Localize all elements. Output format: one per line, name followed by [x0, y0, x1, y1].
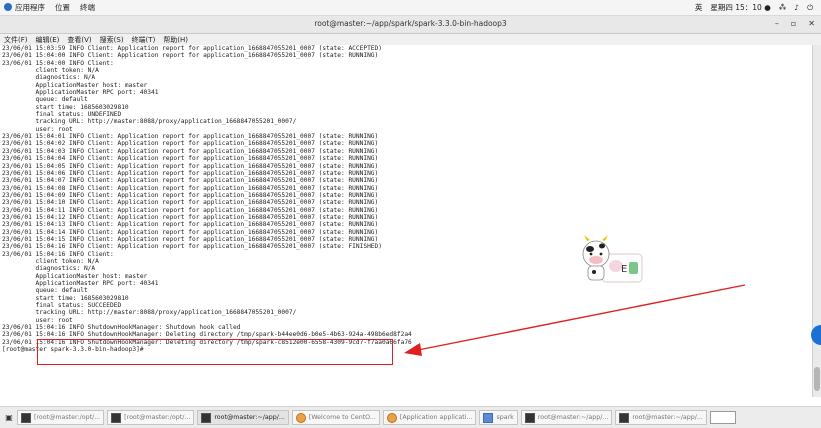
- maximize-button[interactable]: ▫: [791, 19, 796, 28]
- applications-menu[interactable]: 应用程序: [4, 2, 45, 13]
- terminal-line: 23/06/01 15:04:13 INFO Client: Applicati…: [2, 221, 379, 229]
- terminal-line: 23/06/01 15:04:16 INFO Client: Applicati…: [2, 243, 382, 251]
- taskbar-item[interactable]: [root@master:/opt/...: [107, 410, 195, 425]
- taskbar-item-label: [root@master:/opt/...: [124, 414, 191, 421]
- cow-mascot-sticker: E: [582, 235, 643, 283]
- terminal-line: ApplicationMaster RPC port: 40341: [2, 89, 159, 97]
- taskbar-item[interactable]: [Application applicati...: [382, 410, 477, 425]
- terminal-line: 23/06/01 15:04:16 INFO Client:: [2, 250, 114, 258]
- terminal-line: diagnostics: N/A: [2, 265, 96, 273]
- taskbar-item-label: root@master:~/app/...: [632, 414, 703, 421]
- terminal-line: 23/06/01 15:03:59 INFO Client: Applicati…: [2, 45, 382, 52]
- taskbar-item-label: spark: [496, 414, 514, 421]
- network-icon[interactable]: ⁂: [779, 3, 787, 12]
- menu-terminal[interactable]: 终端(T): [132, 35, 156, 45]
- terminal-icon: [201, 412, 212, 423]
- terminal-line: diagnostics: N/A: [2, 74, 96, 82]
- terminal-line: 23/06/01 15:04:11 INFO Client: Applicati…: [2, 206, 379, 214]
- input-method-indicator[interactable]: 英: [695, 2, 703, 13]
- terminal-line: queue: default: [2, 96, 88, 104]
- terminal-line: 23/06/01 15:04:05 INFO Client: Applicati…: [2, 162, 379, 170]
- taskbar: ▣ [root@master:/opt/... [root@master:/opt…: [0, 406, 821, 428]
- terminal-line: start time: 1685603029810: [2, 294, 129, 302]
- terminal-line: 23/06/01 15:04:07 INFO Client: Applicati…: [2, 177, 379, 185]
- terminal-line: 23/06/01 15:04:16 INFO ShutdownHookManag…: [2, 331, 412, 339]
- workspace-switcher[interactable]: [709, 411, 736, 424]
- terminal-line: 23/06/01 15:04:10 INFO Client: Applicati…: [2, 199, 379, 207]
- terminal-line: tracking URL: http://master:8088/proxy/a…: [2, 118, 297, 126]
- taskbar-item-label: [root@master:/opt/...: [34, 414, 101, 421]
- power-icon[interactable]: ⏻: [807, 3, 813, 13]
- taskbar-item[interactable]: [Welcome to CentO...: [291, 410, 380, 425]
- terminal-line: tracking URL: http://master:8088/proxy/a…: [2, 309, 297, 317]
- terminal-line: 23/06/01 15:04:03 INFO Client: Applicati…: [2, 147, 379, 155]
- terminal-line: 23/06/01 15:04:16 INFO ShutdownHookManag…: [2, 324, 241, 332]
- terminal-line: 23/06/01 15:04:15 INFO Client: Applicati…: [2, 235, 379, 243]
- menu-edit[interactable]: 编辑(E): [36, 35, 60, 45]
- terminal-line: 23/06/01 15:04:00 INFO Client:: [2, 59, 114, 67]
- menu-view[interactable]: 查看(V): [67, 35, 91, 45]
- taskbar-item-label: [Application applicati...: [399, 414, 473, 421]
- terminal-icon: [524, 412, 535, 423]
- terminal-icon: [21, 412, 31, 423]
- svg-text:E: E: [621, 264, 627, 275]
- apps-icon: [4, 3, 12, 11]
- menu-file[interactable]: 文件(F): [4, 35, 28, 45]
- places-menu[interactable]: 位置: [55, 2, 70, 13]
- taskbar-item-label: root@master:~/app/...: [537, 414, 609, 421]
- taskbar-item[interactable]: spark: [479, 410, 518, 425]
- terminal-line: 23/06/01 15:04:08 INFO Client: Applicati…: [2, 184, 379, 192]
- terminal-app-menu[interactable]: 终端: [80, 2, 95, 13]
- window-titlebar[interactable]: root@master:~/app/spark/spark-3.3.0-bin-…: [0, 16, 821, 34]
- top-panel: 应用程序 位置 终端 英 星期四 15：10 ● ⁂ ♪ ⏻: [0, 0, 821, 16]
- taskbar-item-label: [Welcome to CentO...: [308, 414, 376, 421]
- terminal-line: ApplicationMaster host: master: [2, 81, 148, 89]
- terminal-line: queue: default: [2, 287, 88, 295]
- terminal-line: final status: SUCCEEDED: [2, 302, 122, 310]
- menu-bar: 文件(F) 编辑(E) 查看(V) 搜索(S) 终端(T) 帮助(H): [0, 34, 821, 45]
- terminal-line: 23/06/01 15:04:09 INFO Client: Applicati…: [2, 191, 379, 199]
- close-button[interactable]: ✕: [808, 19, 815, 28]
- terminal-line: user: root: [2, 316, 73, 324]
- taskbar-item[interactable]: [root@master:/opt/...: [17, 410, 105, 425]
- clock[interactable]: 星期四 15：10 ●: [710, 2, 770, 13]
- taskbar-item[interactable]: root@master:~/app/...: [197, 410, 289, 425]
- show-desktop-icon[interactable]: ▣: [4, 413, 14, 423]
- terminal-line: ApplicationMaster host: master: [2, 272, 148, 280]
- scrollbar-thumb[interactable]: [814, 367, 820, 391]
- terminal-line: 23/06/01 15:04:12 INFO Client: Applicati…: [2, 213, 379, 221]
- menu-search[interactable]: 搜索(S): [100, 35, 124, 45]
- terminal-line: client token: N/A: [2, 67, 99, 75]
- taskbar-item[interactable]: root@master:~/app/...: [615, 410, 707, 425]
- terminal-line: 23/06/01 15:04:00 INFO Client: Applicati…: [2, 52, 379, 60]
- terminal-line: client token: N/A: [2, 257, 99, 265]
- firefox-icon: [386, 412, 397, 423]
- doc-icon: [483, 412, 494, 423]
- terminal-line: final status: UNDEFINED: [2, 111, 122, 119]
- menu-help[interactable]: 帮助(H): [163, 35, 188, 45]
- terminal-icon: [111, 412, 122, 423]
- taskbar-item[interactable]: root@master:~/app/...: [520, 410, 613, 425]
- volume-icon[interactable]: ♪: [794, 3, 799, 12]
- terminal-line: 23/06/01 15:04:06 INFO Client: Applicati…: [2, 169, 379, 177]
- terminal-line: 23/06/01 15:04:14 INFO Client: Applicati…: [2, 228, 379, 236]
- minimize-button[interactable]: –: [775, 19, 779, 28]
- window-title: root@master:~/app/spark/spark-3.3.0-bin-…: [314, 19, 507, 28]
- terminal-line: start time: 1685603029810: [2, 103, 129, 111]
- terminal-line: user: root: [2, 125, 73, 133]
- terminal-line: 23/06/01 15:04:04 INFO Client: Applicati…: [2, 155, 379, 163]
- firefox-icon: [295, 412, 306, 423]
- terminal-icon: [619, 412, 630, 423]
- annotation-highlight-box: [37, 339, 393, 365]
- terminal-line: 23/06/01 15:04:02 INFO Client: Applicati…: [2, 140, 379, 148]
- terminal-line: 23/06/01 15:04:01 INFO Client: Applicati…: [2, 133, 379, 141]
- terminal-line: ApplicationMaster RPC port: 40341: [2, 280, 159, 287]
- taskbar-item-label: root@master:~/app/...: [214, 414, 285, 421]
